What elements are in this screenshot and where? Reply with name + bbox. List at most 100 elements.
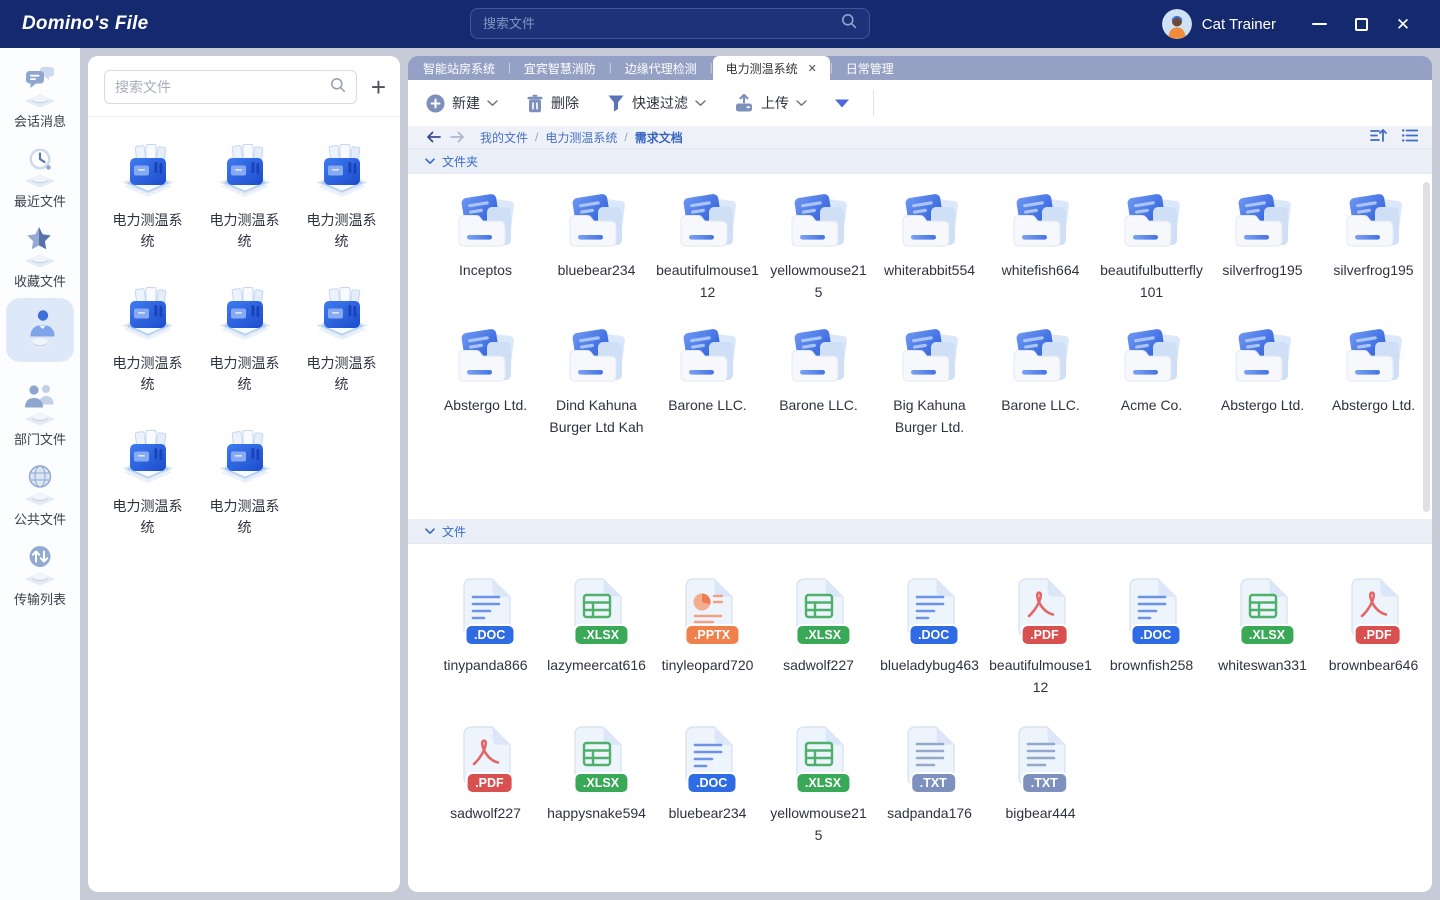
tab-5[interactable]: 日常管理 <box>833 56 907 80</box>
folder-item[interactable]: Big Kahuna Burger Ltd. <box>874 325 985 438</box>
more-actions-button[interactable] <box>835 95 849 111</box>
folder-item[interactable]: Abstergo Ltd. <box>1318 325 1429 438</box>
file-icon-xlsx: .XLSX <box>792 724 846 788</box>
close-button[interactable]: ✕ <box>1388 9 1418 39</box>
main-panel: 智能站房系统|宜宾智慧消防|边缘代理检测|电力测温系统✕|日常管理 新建 删除 … <box>408 56 1432 892</box>
folder-item[interactable]: Barone LLC. <box>763 325 874 438</box>
tab-3[interactable]: 边缘代理检测 <box>612 56 710 80</box>
delete-button[interactable]: 删除 <box>526 93 579 113</box>
file-item[interactable]: .DOCtinypanda866 <box>430 576 541 698</box>
back-button[interactable] <box>426 131 441 143</box>
sidebar-item-globe[interactable]: 公共文件 <box>0 456 80 530</box>
file-item[interactable]: .DOCbrownfish258 <box>1096 576 1207 698</box>
chevron-down-icon <box>796 100 807 107</box>
folder-icon <box>454 325 518 388</box>
file-name: happysnake594 <box>545 802 649 824</box>
sidebar-item-person[interactable] <box>6 298 74 362</box>
file-item[interactable]: .TXTbigbear444 <box>985 724 1096 846</box>
panel-folder-item[interactable]: 电力测温系统 <box>196 286 293 395</box>
file-item[interactable]: .XLSXhappysnake594 <box>541 724 652 846</box>
upload-button[interactable]: 上传 <box>734 93 807 113</box>
maximize-button[interactable] <box>1346 9 1376 39</box>
file-item[interactable]: .DOCbluebear234 <box>652 724 763 846</box>
file-name: sadpanda176 <box>878 802 982 824</box>
folder-item[interactable]: bluebear234 <box>541 190 652 303</box>
file-item[interactable]: .PDFbeautifulmouse112 <box>985 576 1096 698</box>
tab-label: 宜宾智慧消防 <box>524 60 596 77</box>
sidebar-item-transfer[interactable]: 传输列表 <box>0 536 80 610</box>
tab-label: 电力测温系统 <box>726 60 798 77</box>
folder-item[interactable]: whiterabbit554 <box>874 190 985 303</box>
sidebar-item-chat[interactable]: 会话消息 <box>0 58 80 132</box>
tab-1[interactable]: 智能站房系统 <box>410 56 508 80</box>
folder-name: Acme Co. <box>1100 394 1204 416</box>
file-item[interactable]: .PDFsadwolf227 <box>430 724 541 846</box>
sort-ascending-button[interactable] <box>1370 128 1387 146</box>
tab-2[interactable]: 宜宾智慧消防 <box>511 56 609 80</box>
file-icon-doc: .DOC <box>459 576 513 640</box>
tab-4[interactable]: 电力测温系统 ✕ <box>713 56 830 80</box>
folder-icon <box>898 190 962 253</box>
folder-name: silverfrog195 <box>1322 259 1426 281</box>
folder-item[interactable]: Barone LLC. <box>985 325 1096 438</box>
quick-filter-button[interactable]: 快速过滤 <box>607 93 706 113</box>
folder-item[interactable]: Abstergo Ltd. <box>430 325 541 438</box>
sidebar-item-clock[interactable]: 最近文件 <box>0 138 80 212</box>
breadcrumb-item[interactable]: 需求文档 <box>635 129 683 146</box>
panel-folder-item[interactable]: 电力测温系统 <box>99 429 196 538</box>
panel-folder-item[interactable]: 电力测温系统 <box>196 143 293 252</box>
file-item[interactable]: .XLSXlazymeercat616 <box>541 576 652 698</box>
folder-item[interactable]: Inceptos <box>430 190 541 303</box>
folders-section-header[interactable]: 文件夹 <box>408 149 1432 174</box>
global-search[interactable] <box>470 8 870 39</box>
panel-folder-item[interactable]: 电力测温系统 <box>196 429 293 538</box>
file-item[interactable]: .XLSXyellowmouse215 <box>763 724 874 846</box>
panel-search[interactable] <box>104 70 357 104</box>
file-name: whiteswan331 <box>1211 654 1315 676</box>
list-view-button[interactable] <box>1402 129 1418 145</box>
close-tab-icon[interactable]: ✕ <box>808 62 817 75</box>
panel-folder-item[interactable]: 电力测温系统 <box>293 286 390 395</box>
folder-item[interactable]: Dind Kahuna Burger Ltd Kah <box>541 325 652 438</box>
folder-item[interactable]: Barone LLC. <box>652 325 763 438</box>
file-name: brownbear646 <box>1322 654 1426 676</box>
folder-name: Inceptos <box>434 259 538 281</box>
breadcrumb-item[interactable]: 电力测温系统 <box>545 129 617 146</box>
file-item[interactable]: .PPTXtinyleopard720 <box>652 576 763 698</box>
panel-folder-item[interactable]: 电力测温系统 <box>293 143 390 252</box>
file-icon-txt: .TXT <box>1014 724 1068 788</box>
file-item[interactable]: .XLSXsadwolf227 <box>763 576 874 698</box>
folder-item[interactable]: Abstergo Ltd. <box>1207 325 1318 438</box>
sidebar-item-star[interactable]: 收藏文件 <box>0 218 80 292</box>
panel-folder-item[interactable]: 电力测温系统 <box>99 286 196 395</box>
new-button[interactable]: 新建 <box>426 93 498 113</box>
folder-item[interactable]: whitefish664 <box>985 190 1096 303</box>
folder-item[interactable]: Acme Co. <box>1096 325 1207 438</box>
sidebar-item-people[interactable]: 部门文件 <box>0 376 80 450</box>
panel-search-input[interactable] <box>115 79 330 95</box>
folder-item[interactable]: beautifulmouse112 <box>652 190 763 303</box>
panel-folder-name: 电力测温系统 <box>303 353 381 395</box>
file-icon-doc: .DOC <box>1125 576 1179 640</box>
tab-label: 智能站房系统 <box>423 60 495 77</box>
folder-item[interactable]: silverfrog195 <box>1207 190 1318 303</box>
global-search-input[interactable] <box>483 16 841 31</box>
vertical-scrollbar[interactable] <box>1423 182 1430 512</box>
folder-item[interactable]: yellowmouse215 <box>763 190 874 303</box>
folder-item[interactable]: silverfrog195 <box>1318 190 1429 303</box>
file-item[interactable]: .XLSXwhiteswan331 <box>1207 576 1318 698</box>
breadcrumb-item[interactable]: 我的文件 <box>480 129 528 146</box>
file-ext-badge: .PDF <box>1353 624 1401 646</box>
forward-button[interactable] <box>450 131 465 143</box>
avatar[interactable] <box>1162 9 1192 39</box>
app-window: Domino's File Cat Trainer ✕ 会话消息最近文件收藏文件… <box>0 0 1440 900</box>
folder-item[interactable]: beautifulbutterfly101 <box>1096 190 1207 303</box>
add-button[interactable]: + <box>371 74 386 100</box>
globe-icon <box>18 462 62 508</box>
file-item[interactable]: .TXTsadpanda176 <box>874 724 985 846</box>
file-item[interactable]: .PDF brownbear646 <box>1318 576 1429 698</box>
files-section-header[interactable]: 文件 <box>408 519 1432 544</box>
panel-folder-item[interactable]: 电力测温系统 <box>99 143 196 252</box>
file-item[interactable]: .DOCblueladybug463 <box>874 576 985 698</box>
minimize-button[interactable] <box>1304 9 1334 39</box>
